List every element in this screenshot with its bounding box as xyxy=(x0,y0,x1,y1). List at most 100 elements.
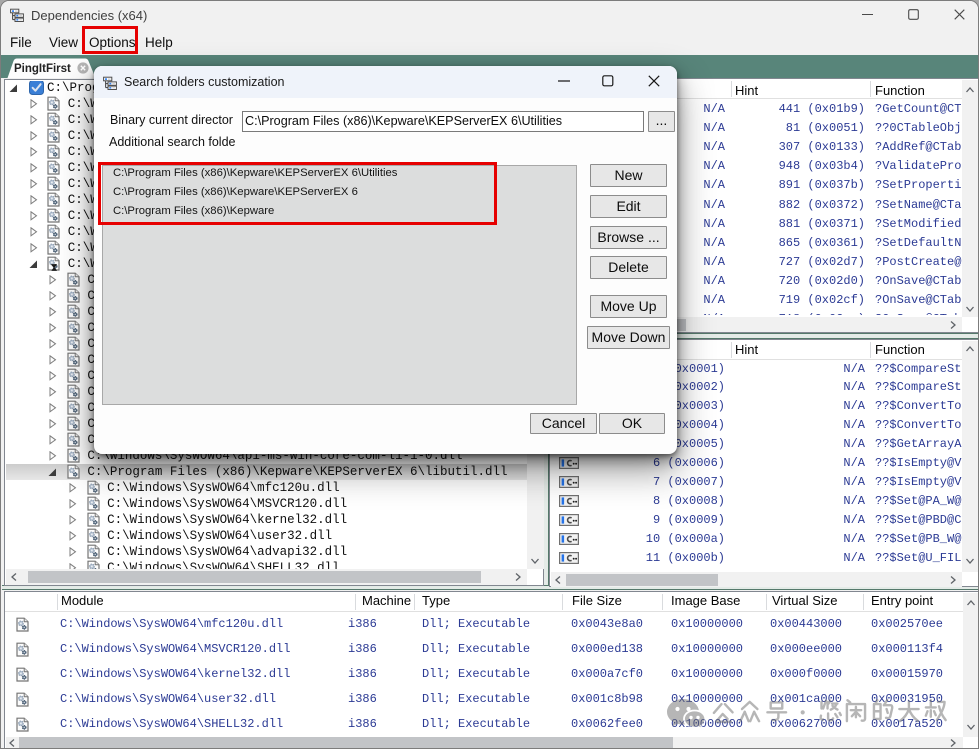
export-row[interactable]: 8 (0x0008)N/A??$Set@PA_W@ xyxy=(550,492,962,511)
modules-col-filesize[interactable]: File Size xyxy=(572,593,622,608)
menu-file[interactable]: File xyxy=(10,35,32,50)
expander-collapsed-icon[interactable] xyxy=(69,531,77,541)
binary-directory-input[interactable]: C:\Program Files (x86)\Kepware\KEPServer… xyxy=(242,111,644,132)
exports-hscroll-thumb[interactable] xyxy=(566,574,718,586)
modules-hscroll-right-icon[interactable] xyxy=(948,738,958,748)
export-row[interactable]: 10 (0x000a)N/A??$Set@PB_W@ xyxy=(550,530,962,549)
expander-collapsed-icon[interactable] xyxy=(30,99,38,109)
imports-col-hint[interactable]: Hint xyxy=(735,83,758,98)
expander-collapsed-icon[interactable] xyxy=(30,211,38,221)
column-separator[interactable] xyxy=(355,594,356,610)
tree-hscrollbar[interactable] xyxy=(6,569,527,585)
column-separator[interactable] xyxy=(870,342,871,358)
expander-collapsed-icon[interactable] xyxy=(49,371,57,381)
modules-col-virtualsize[interactable]: Virtual Size xyxy=(772,593,838,608)
expander-collapsed-icon[interactable] xyxy=(69,515,77,525)
column-separator[interactable] xyxy=(766,594,767,610)
module-row[interactable]: C:\Windows\SysWOW64\kernel32.dlli386Dll;… xyxy=(5,662,963,687)
modules-col-type[interactable]: Type xyxy=(422,593,450,608)
modules-hscroll-thumb[interactable] xyxy=(19,737,673,749)
exports-hscroll-left-icon[interactable] xyxy=(553,575,563,585)
expander-expanded-icon[interactable] xyxy=(29,260,38,269)
dialog-close-button[interactable] xyxy=(630,66,677,98)
expander-collapsed-icon[interactable] xyxy=(49,275,57,285)
imports-col-function[interactable]: Function xyxy=(875,83,925,98)
tree-row[interactable]: C:\Windows\SysWOW64\advapi32.dll xyxy=(6,544,527,560)
expander-collapsed-icon[interactable] xyxy=(30,163,38,173)
expander-collapsed-icon[interactable] xyxy=(49,387,57,397)
expander-collapsed-icon[interactable] xyxy=(69,483,77,493)
exports-hscrollbar[interactable] xyxy=(551,572,962,587)
column-separator[interactable] xyxy=(870,81,871,97)
exports-vscroll-up-icon[interactable] xyxy=(965,344,975,354)
edit-button[interactable]: Edit xyxy=(590,195,667,218)
browse-button[interactable]: Browse ... xyxy=(590,226,667,249)
module-row[interactable]: C:\Windows\SysWOW64\user32.dlli386Dll; E… xyxy=(5,687,963,712)
column-separator[interactable] xyxy=(414,594,415,610)
delete-button[interactable]: Delete xyxy=(590,256,667,279)
module-row[interactable]: C:\Windows\SysWOW64\mfc120u.dlli386Dll; … xyxy=(5,612,963,637)
export-row[interactable]: 6 (0x0006)N/A??$IsEmpty@V xyxy=(550,454,962,473)
modules-col-module[interactable]: Module xyxy=(61,593,104,608)
imports-vscroll-up-icon[interactable] xyxy=(965,85,975,95)
export-row[interactable]: 7 (0x0007)N/A??$IsEmpty@V xyxy=(550,473,962,492)
tree-hscroll-left-icon[interactable] xyxy=(9,572,19,582)
tree-row[interactable]: C:\Windows\SysWOW64\mfc120u.dll xyxy=(6,480,527,496)
expander-collapsed-icon[interactable] xyxy=(49,451,57,461)
tree-row[interactable]: C:\Program Files (x86)\Kepware\KEPServer… xyxy=(6,464,527,480)
expander-collapsed-icon[interactable] xyxy=(30,243,38,253)
modules-hscroll-left-icon[interactable] xyxy=(7,738,17,748)
ok-button[interactable]: OK xyxy=(599,413,665,434)
modules-col-imagebase[interactable]: Image Base xyxy=(671,593,740,608)
column-separator[interactable] xyxy=(57,594,58,610)
expander-collapsed-icon[interactable] xyxy=(49,355,57,365)
move-down-button[interactable]: Move Down xyxy=(587,326,670,349)
column-separator[interactable] xyxy=(562,594,563,610)
exports-vscrollbar[interactable] xyxy=(962,341,979,572)
expander-collapsed-icon[interactable] xyxy=(30,131,38,141)
exports-col-function[interactable]: Function xyxy=(875,342,925,357)
expander-collapsed-icon[interactable] xyxy=(49,419,57,429)
dialog-minimize-button[interactable] xyxy=(542,66,586,98)
menu-view[interactable]: View xyxy=(49,35,78,50)
expander-collapsed-icon[interactable] xyxy=(49,339,57,349)
modules-col-entrypoint[interactable]: Entry point xyxy=(871,593,933,608)
dialog-maximize-button[interactable] xyxy=(586,66,630,98)
column-separator[interactable] xyxy=(662,594,663,610)
tree-hscroll-right-icon[interactable] xyxy=(513,572,523,582)
modules-hscrollbar[interactable] xyxy=(6,737,963,749)
modules-col-machine[interactable]: Machine xyxy=(362,593,411,608)
tree-checkbox[interactable] xyxy=(29,81,44,95)
expander-expanded-icon[interactable] xyxy=(9,84,18,93)
modules-vscrollbar[interactable] xyxy=(963,593,979,737)
exports-vscroll-down-icon[interactable] xyxy=(965,556,975,566)
tree-row[interactable]: C:\Windows\SysWOW64\SHELL32.dll xyxy=(6,560,527,570)
export-row[interactable]: 9 (0x0009)N/A??$Set@PBD@C xyxy=(550,511,962,530)
column-separator[interactable] xyxy=(731,342,732,358)
exports-hscroll-right-icon[interactable] xyxy=(948,575,958,585)
column-separator[interactable] xyxy=(863,594,864,610)
expander-collapsed-icon[interactable] xyxy=(49,435,57,445)
tree-row[interactable]: C:\Windows\SysWOW64\user32.dll xyxy=(6,528,527,544)
expander-collapsed-icon[interactable] xyxy=(49,307,57,317)
browse-small-button[interactable]: ... xyxy=(648,111,675,132)
imports-vscroll-down-icon[interactable] xyxy=(965,304,975,314)
imports-vscrollbar[interactable] xyxy=(962,80,979,317)
modules-vscroll-down-icon[interactable] xyxy=(966,722,976,732)
imports-hscroll-right-icon[interactable] xyxy=(948,320,958,330)
expander-collapsed-icon[interactable] xyxy=(69,499,77,509)
cancel-button[interactable]: Cancel xyxy=(530,413,597,434)
column-separator[interactable] xyxy=(731,81,732,97)
maximize-button[interactable] xyxy=(890,1,936,28)
module-row[interactable]: C:\Windows\SysWOW64\SHELL32.dlli386Dll; … xyxy=(5,712,963,737)
expander-collapsed-icon[interactable] xyxy=(49,291,57,301)
exports-col-hint[interactable]: Hint xyxy=(735,342,758,357)
tab-close-icon[interactable] xyxy=(77,62,89,74)
move-up-button[interactable]: Move Up xyxy=(590,295,667,318)
expander-collapsed-icon[interactable] xyxy=(30,195,38,205)
tab-pingitfirst[interactable]: PingItFirst xyxy=(7,58,96,78)
tree-vscroll-down-icon[interactable] xyxy=(530,556,540,566)
close-button[interactable] xyxy=(936,1,979,28)
expander-expanded-icon[interactable] xyxy=(48,468,57,477)
expander-collapsed-icon[interactable] xyxy=(30,147,38,157)
